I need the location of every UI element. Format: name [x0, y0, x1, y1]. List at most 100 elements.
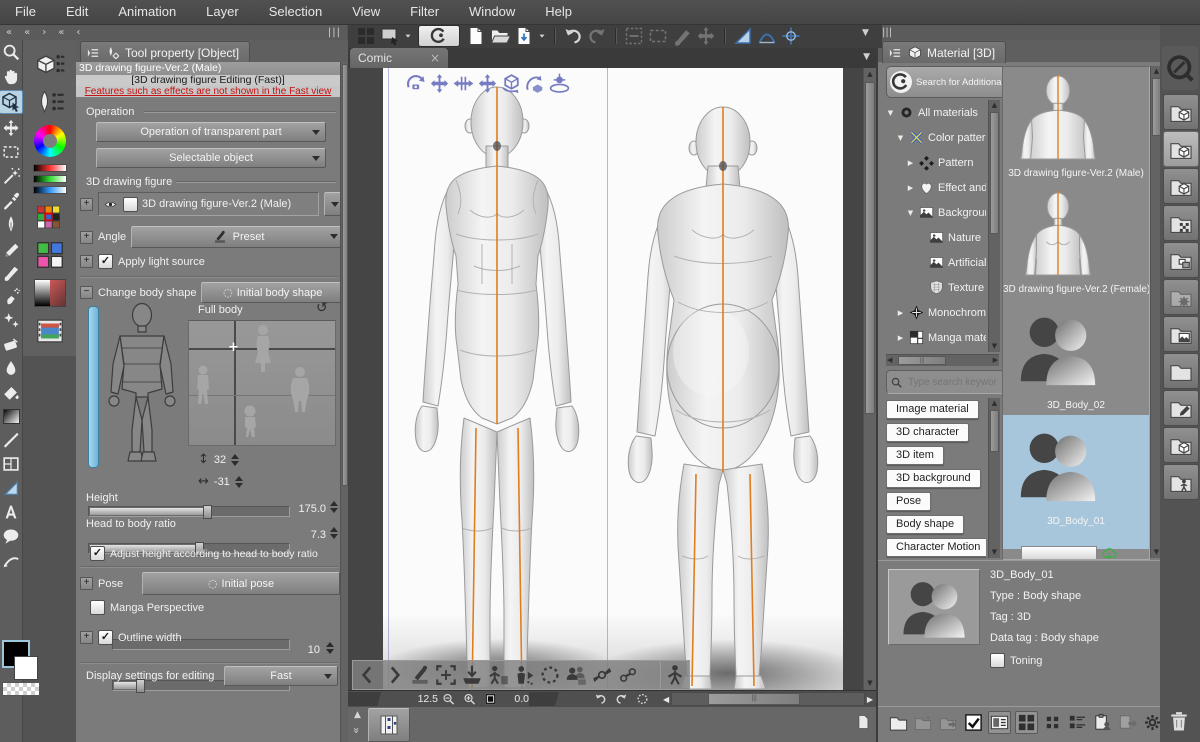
strip-collapse-icon[interactable]: »: [350, 727, 363, 734]
eraser-tool[interactable]: [1, 334, 21, 354]
screen-mode-caret-icon[interactable]: [403, 25, 413, 47]
manga-perspective-checkbox[interactable]: [90, 600, 105, 615]
expand-pose-icon[interactable]: +: [80, 577, 93, 590]
subtool-object-icon[interactable]: [32, 50, 68, 80]
zoom-out-icon[interactable]: [441, 692, 456, 706]
strip-trash-button[interactable]: [1166, 708, 1192, 734]
eyedropper-tool[interactable]: [1, 190, 21, 210]
rotate-cw-icon[interactable]: [614, 692, 629, 706]
rotate-ccw-icon[interactable]: [593, 692, 608, 706]
detail-view-icon[interactable]: [988, 711, 1011, 734]
tree-item-monochromat[interactable]: ▶Monochromat: [886, 300, 986, 325]
approximate-color-icon[interactable]: [32, 278, 68, 308]
adjust-height-checkbox[interactable]: ✓: [90, 546, 105, 561]
tab-comic[interactable]: Comic ×: [350, 48, 448, 68]
clip-studio-logo-button[interactable]: [418, 25, 460, 47]
color-set-icon[interactable]: [32, 202, 68, 232]
move-layer-tool[interactable]: [1, 118, 21, 138]
body-shape-slider[interactable]: [88, 306, 99, 468]
background-color-swatch[interactable]: [14, 656, 38, 680]
tab-close-icon[interactable]: ×: [430, 51, 440, 65]
export-material-icon[interactable]: [1117, 712, 1138, 733]
menu-animation[interactable]: Animation: [103, 0, 191, 24]
selection-tool[interactable]: [1, 142, 21, 162]
small-thumbnail-icon[interactable]: [1042, 712, 1063, 733]
h-scroll-left-icon[interactable]: ◀: [663, 695, 669, 704]
new-folder-icon[interactable]: [888, 712, 909, 733]
tree-item-artificial[interactable]: Artificial: [886, 250, 986, 275]
zoom-in-icon[interactable]: [462, 692, 477, 706]
register-material-icon[interactable]: [913, 712, 934, 733]
object-move-on-ground-icon[interactable]: [548, 72, 571, 95]
material-item-3d-drawing-figure-ver-2-female-[interactable]: 3D drawing figure-Ver.2 (Female): [1003, 183, 1149, 299]
vertical-spinner[interactable]: [231, 454, 242, 466]
screen-mode-icon[interactable]: [379, 25, 401, 47]
reset-body-shape-icon[interactable]: ↺: [316, 300, 328, 316]
left-panel-collapse-bar[interactable]: « « › « ‹ |||: [0, 24, 347, 41]
tag-body-shape[interactable]: Body shape: [886, 515, 964, 534]
object-move-icon[interactable]: [476, 72, 499, 95]
expand-subtool-icon[interactable]: ›: [42, 27, 46, 38]
outline-width-checkbox[interactable]: ✓: [98, 630, 113, 645]
correct-line-tool[interactable]: [1, 550, 21, 570]
ruler-tool[interactable]: [1, 478, 21, 498]
strip-up-icon[interactable]: ▲: [354, 710, 361, 720]
category-effect-button[interactable]: [1163, 279, 1199, 315]
decoration-tool[interactable]: [1, 310, 21, 330]
snap-to-special-ruler-icon[interactable]: [756, 25, 778, 47]
fit-to-view-icon[interactable]: [433, 663, 459, 687]
selectable-object-dropdown[interactable]: Selectable object: [96, 148, 326, 168]
object-roll-icon[interactable]: [524, 72, 547, 95]
paste-to-canvas-icon[interactable]: [1092, 712, 1113, 733]
right-panel-collapse-bar[interactable]: ||| › »: [876, 24, 1200, 41]
toning-checkbox[interactable]: [990, 653, 1005, 668]
zoom-slider[interactable]: [348, 692, 404, 706]
timeline-palette-button[interactable]: [368, 708, 410, 742]
3d-figure-male-heavy[interactable]: [608, 104, 838, 690]
intermediate-color-icon[interactable]: [32, 240, 68, 270]
joint-lock-icon[interactable]: [589, 663, 615, 687]
color-slider-icon[interactable]: [32, 164, 68, 194]
material-tab[interactable]: Material [3D]: [882, 41, 1006, 63]
material-item-3d-body-01[interactable]: 3D_Body_01: [1003, 415, 1149, 549]
angle-preset-button[interactable]: Preset: [131, 226, 344, 248]
menu-file[interactable]: File: [0, 0, 51, 24]
snap-to-ruler-icon[interactable]: [732, 25, 754, 47]
gradient-tool[interactable]: [1, 406, 21, 426]
material-item-3d-body-02[interactable]: 3D_Body_02: [1003, 299, 1149, 415]
tag-3d-character[interactable]: 3D character: [886, 423, 969, 442]
open-file-icon[interactable]: [489, 25, 511, 47]
height-value[interactable]: 175.0: [294, 503, 326, 515]
pencil-tool[interactable]: [1, 238, 21, 258]
height-slider[interactable]: [88, 506, 290, 517]
category-3d-d-button[interactable]: [1163, 427, 1199, 463]
tree-down-icon[interactable]: ▼: [896, 134, 905, 142]
menu-view[interactable]: View: [337, 0, 395, 24]
collapse-left-icon[interactable]: «: [6, 27, 12, 38]
search-box[interactable]: [886, 370, 1007, 394]
menu-edit[interactable]: Edit: [51, 0, 103, 24]
text-tool[interactable]: [1, 502, 21, 522]
camera-dolly-icon[interactable]: [452, 72, 475, 95]
horizontal-spinner[interactable]: [235, 476, 246, 488]
category-downloaded-button[interactable]: [1163, 390, 1199, 426]
tree-item-texture[interactable]: Texture: [886, 275, 986, 300]
tag-3d-background[interactable]: 3D background: [886, 469, 981, 488]
category-monochrome-button[interactable]: [1163, 205, 1199, 241]
outline-width-value[interactable]: 10: [298, 644, 320, 656]
list-view-icon[interactable]: [1067, 712, 1088, 733]
body-shape-pad[interactable]: +: [188, 320, 336, 446]
vertical-value[interactable]: 32: [214, 454, 226, 466]
animation-cels-icon[interactable]: [32, 316, 68, 346]
select-border-icon[interactable]: [647, 25, 669, 47]
subtool-pen-icon[interactable]: [32, 88, 68, 118]
select-brush-icon[interactable]: [671, 25, 693, 47]
category-pose-button[interactable]: [1163, 464, 1199, 500]
tool-property-tab[interactable]: Tool property [Object]: [80, 41, 250, 63]
tag-character-motion[interactable]: Character Motion: [886, 538, 986, 557]
expand-outline-icon[interactable]: +: [80, 631, 93, 644]
light-source-checkbox[interactable]: ✓: [98, 254, 113, 269]
pen-tool[interactable]: [1, 214, 21, 234]
brush-tool[interactable]: [1, 262, 21, 282]
menu-help[interactable]: Help: [530, 0, 587, 24]
